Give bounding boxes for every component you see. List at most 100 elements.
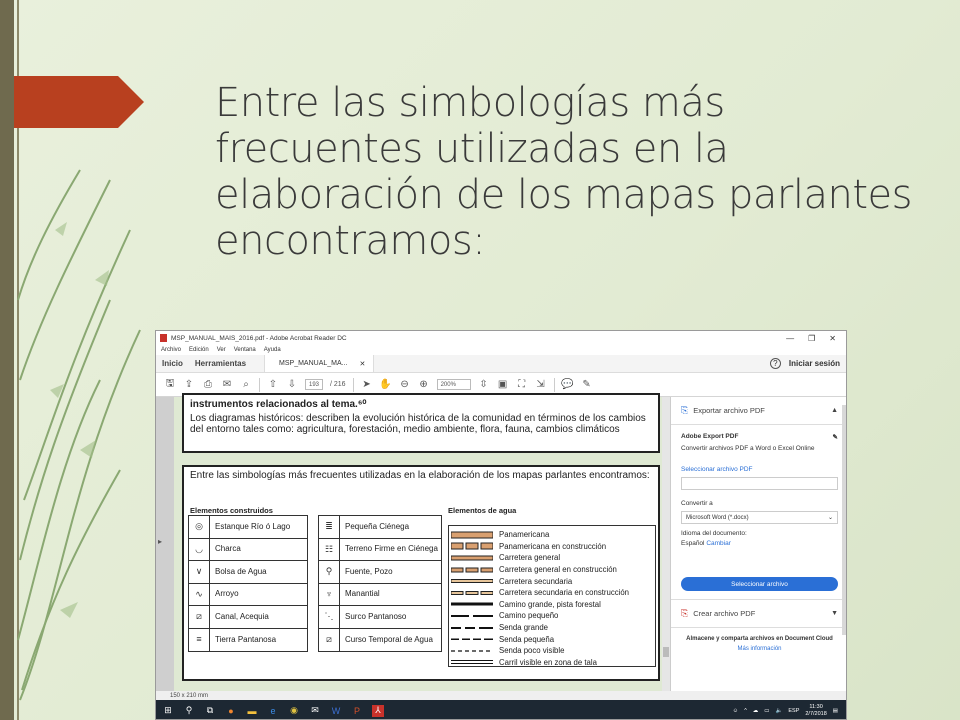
canal-symbol-icon: ⧄	[189, 606, 210, 628]
toolbar-divider	[553, 377, 555, 392]
page-number-input[interactable]: 193	[305, 379, 323, 390]
windows-start-icon[interactable]: ⊞	[162, 705, 174, 717]
trail-big-icon	[451, 626, 493, 629]
chrome-icon[interactable]: ◉	[288, 705, 300, 717]
hand-tool-icon[interactable]: ✋	[379, 379, 391, 391]
fullscreen-icon[interactable]: ⛶	[516, 379, 528, 391]
upload-icon[interactable]: ⇪	[183, 379, 195, 391]
acrobat-window-screenshot: MSP_MANUAL_MAIS_2016.pdf - Adobe Acrobat…	[155, 330, 847, 720]
search-icon[interactable]: ⚲	[183, 705, 195, 717]
road-secondary-construction-icon	[451, 590, 493, 595]
keyboard-language[interactable]: ESP	[788, 708, 799, 714]
close-window-button[interactable]: ✕	[829, 334, 836, 343]
swamp-land-symbol-icon: ≡	[189, 628, 210, 651]
firefox-icon[interactable]: ●	[225, 705, 237, 717]
previous-page-icon[interactable]: ⇧	[267, 379, 279, 391]
word-icon[interactable]: W	[330, 705, 342, 717]
chevron-down-icon[interactable]: ▼	[831, 610, 838, 617]
next-page-icon[interactable]: ⇩	[286, 379, 298, 391]
acrobat-icon[interactable]: ⅄	[372, 704, 384, 717]
chevron-up-icon[interactable]: ▲	[831, 407, 838, 414]
road-label: Carril visible en zona de tala	[499, 657, 597, 667]
volume-icon[interactable]: 🔈	[776, 708, 783, 714]
road-label: Senda poco visible	[499, 646, 565, 656]
export-pdf-icon: ⎘	[681, 405, 689, 415]
left-panel-toggle-icon[interactable]: ▸	[158, 537, 162, 546]
sign-in-link[interactable]: Iniciar sesión	[789, 359, 840, 368]
scroll-mode-icon[interactable]: ⇲	[535, 379, 547, 391]
select-cursor-icon[interactable]: ➤	[361, 379, 373, 391]
file-explorer-icon[interactable]: ▬	[246, 705, 258, 717]
network-icon[interactable]: ☁	[753, 708, 759, 714]
page-total: / 216	[330, 381, 346, 388]
menu-archivo[interactable]: Archivo	[161, 347, 181, 353]
tab-tools[interactable]: Herramientas	[189, 355, 252, 372]
legend-row: ≣ Pequeña Ciénega	[319, 516, 441, 539]
panel-scrollbar[interactable]	[842, 405, 846, 635]
edge-icon[interactable]: e	[267, 705, 279, 717]
help-icon[interactable]: ?	[769, 358, 781, 369]
road-panamericana-construction-icon	[451, 542, 493, 550]
save-icon[interactable]: 🖫	[164, 378, 176, 391]
legend-label: Tierra Pantanosa	[215, 634, 277, 644]
clock[interactable]: 11:30 2/7/2018	[805, 704, 826, 718]
search-icon[interactable]: ⌕	[240, 379, 252, 391]
selected-file-field[interactable]	[681, 477, 838, 490]
powerpoint-icon[interactable]: P	[351, 705, 363, 717]
minimize-button[interactable]: —	[786, 334, 794, 343]
tab-document-label: MSP_MANUAL_MA...	[279, 360, 348, 367]
legend-row: ⚲ Fuente, Pozo	[319, 561, 441, 584]
road-row: Panamericana en construcción	[449, 541, 655, 553]
tab-close-icon[interactable]: ✕	[360, 360, 366, 368]
people-icon[interactable]: ☺	[733, 708, 739, 714]
tray-expand-icon[interactable]: ^	[744, 708, 747, 714]
toolbar-divider	[352, 377, 354, 392]
road-label: Senda grande	[499, 623, 548, 633]
maximize-button[interactable]: ❐	[808, 334, 815, 343]
fit-page-icon[interactable]: ⇳	[478, 379, 490, 391]
zoom-select[interactable]: 200%	[436, 379, 471, 390]
battery-icon[interactable]: ▭	[764, 708, 769, 714]
fit-width-icon[interactable]: ▣	[497, 379, 509, 391]
select-file-button[interactable]: Seleccionar archivo	[681, 577, 838, 591]
comment-icon[interactable]: 💬	[561, 379, 573, 391]
email-icon[interactable]: ✉	[221, 379, 233, 391]
menu-ver[interactable]: Ver	[217, 347, 226, 353]
tab-document[interactable]: MSP_MANUAL_MA... ✕	[264, 355, 375, 372]
select-pdf-link[interactable]: Seleccionar archivo PDF	[681, 466, 838, 473]
format-select[interactable]: Microsoft Word (*.docx) ⌄	[681, 511, 838, 524]
zoom-in-icon[interactable]: ⊕	[418, 379, 430, 391]
menu-edicion[interactable]: Edición	[189, 347, 209, 353]
sign-icon[interactable]: ✎	[581, 379, 593, 391]
export-pdf-header[interactable]: ⎘ Exportar archivo PDF ▲	[681, 405, 838, 416]
export-description: Convertir archivos PDF a Word o Excel On…	[681, 445, 815, 452]
window-titlebar: MSP_MANUAL_MAIS_2016.pdf - Adobe Acrobat…	[156, 331, 846, 345]
legend-row: ⧄ Canal, Acequia	[189, 606, 307, 629]
road-small-path-icon	[451, 614, 493, 617]
menu-ventana[interactable]: Ventana	[234, 347, 256, 353]
menu-ayuda[interactable]: Ayuda	[264, 347, 281, 353]
text-box-simbologias: Entre las simbologías más frecuentes uti…	[182, 465, 660, 681]
legend-row: ☷ Terreno Firme en Ciénega	[319, 538, 441, 561]
road-row: Camino pequeño	[449, 610, 655, 622]
well-symbol-icon: ⚲	[319, 561, 340, 583]
create-pdf-title: Crear archivo PDF	[693, 609, 756, 618]
right-tools-panel: ⎘ Exportar archivo PDF ▲ Adobe Export PD…	[670, 397, 846, 691]
zoom-out-icon[interactable]: ⊖	[399, 379, 411, 391]
mail-icon[interactable]: ✉	[309, 705, 321, 717]
document-scrollbar[interactable]	[662, 397, 670, 691]
task-view-icon[interactable]: ⧉	[204, 705, 216, 717]
notifications-icon[interactable]: ▤	[833, 708, 838, 714]
temporary-stream-symbol-icon: ⧄	[319, 628, 340, 651]
more-info-link[interactable]: Más información	[681, 646, 838, 652]
change-language-link[interactable]: Cambiar	[706, 540, 731, 547]
scrollbar-thumb[interactable]	[663, 647, 669, 657]
box2-intro: Entre las simbologías más frecuentes uti…	[190, 470, 650, 481]
windows-taskbar: ⊞ ⚲ ⧉ ● ▬ e ◉ ✉ W P ⅄ ☺ ^ ☁ ▭ 🔈 ESP 11:3…	[156, 700, 846, 719]
tab-home[interactable]: Inicio	[156, 355, 189, 372]
legend-label: Surco Pantanoso	[345, 611, 407, 621]
legend-label: Bolsa de Agua	[215, 566, 267, 576]
print-icon[interactable]: ⎙	[202, 379, 214, 391]
create-pdf-header[interactable]: ⎘ Crear archivo PDF ▼	[681, 608, 838, 619]
box1-line1: instrumentos relacionados al tema.⁶⁰	[190, 399, 367, 410]
